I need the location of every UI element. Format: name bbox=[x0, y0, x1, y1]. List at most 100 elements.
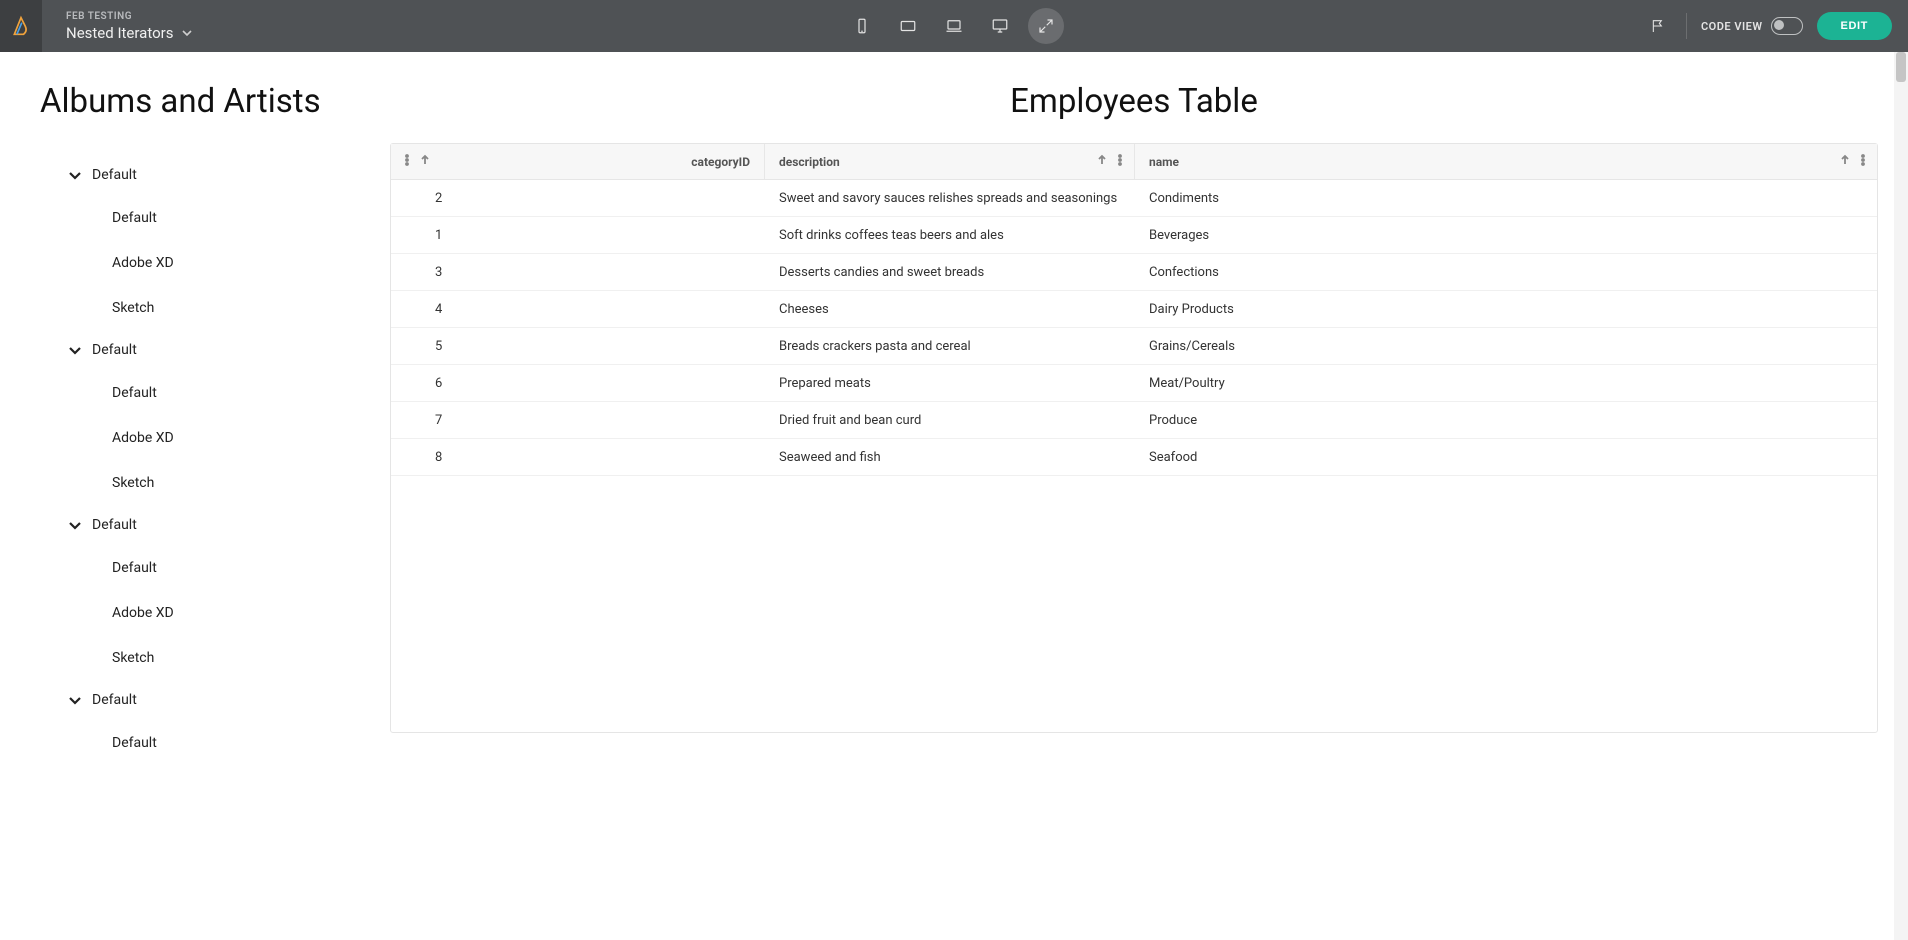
chevron-down-icon bbox=[68, 693, 82, 707]
cell-name: Condiments bbox=[1135, 191, 1877, 206]
code-view-toggle[interactable]: CODE VIEW bbox=[1701, 17, 1803, 35]
chevron-down-icon bbox=[68, 343, 82, 357]
tree-child-item[interactable]: Adobe XD bbox=[112, 590, 370, 635]
tree-parent-item[interactable]: Default bbox=[68, 505, 370, 545]
tree-children: DefaultAdobe XDSketch bbox=[112, 370, 370, 505]
flag-icon bbox=[1650, 18, 1666, 34]
cell-name: Meat/Poultry bbox=[1135, 376, 1877, 391]
top-bar: FEB TESTING Nested Iterators CODE VIEW bbox=[0, 0, 1908, 52]
cell-name: Confections bbox=[1135, 265, 1877, 280]
cell-categoryid: 8 bbox=[391, 450, 765, 465]
cell-description: Desserts candies and sweet breads bbox=[765, 265, 1135, 280]
page-scrollbar[interactable] bbox=[1894, 52, 1908, 940]
project-label: FEB TESTING bbox=[66, 11, 193, 22]
cell-description: Seaweed and fish bbox=[765, 450, 1135, 465]
cell-description: Cheeses bbox=[765, 302, 1135, 317]
employees-title: Employees Table bbox=[390, 82, 1878, 121]
tree-child-item[interactable]: Default bbox=[112, 370, 370, 415]
tree-child-item[interactable]: Default bbox=[112, 195, 370, 240]
tree-child-item[interactable]: Default bbox=[112, 720, 370, 765]
viewport-tablet-landscape-button[interactable] bbox=[890, 8, 926, 44]
cell-categoryid: 7 bbox=[391, 413, 765, 428]
grid-header: categoryID description name bbox=[391, 144, 1877, 180]
tree-parent-item[interactable]: Default bbox=[68, 330, 370, 370]
chevron-down-icon bbox=[68, 518, 82, 532]
toggle-switch[interactable] bbox=[1771, 17, 1803, 35]
viewport-laptop-button[interactable] bbox=[936, 8, 972, 44]
page-selector[interactable]: Nested Iterators bbox=[66, 24, 193, 42]
main-content: Albums and Artists DefaultDefaultAdobe X… bbox=[0, 52, 1908, 940]
cell-categoryid: 2 bbox=[391, 191, 765, 206]
divider bbox=[1686, 13, 1687, 39]
table-row[interactable]: 3Desserts candies and sweet breadsConfec… bbox=[391, 254, 1877, 291]
sort-asc-icon[interactable] bbox=[1096, 154, 1108, 169]
table-row[interactable]: 8Seaweed and fishSeafood bbox=[391, 439, 1877, 476]
cell-description: Dried fruit and bean curd bbox=[765, 413, 1135, 428]
viewport-switcher bbox=[844, 8, 1064, 44]
tablet-landscape-icon bbox=[899, 17, 917, 35]
edit-button[interactable]: EDIT bbox=[1817, 12, 1892, 40]
app-logo[interactable] bbox=[0, 0, 42, 52]
code-view-label: CODE VIEW bbox=[1701, 20, 1763, 33]
tree-child-item[interactable]: Sketch bbox=[112, 635, 370, 680]
tree-children: DefaultAdobe XDSketch bbox=[112, 195, 370, 330]
table-row[interactable]: 7Dried fruit and bean curdProduce bbox=[391, 402, 1877, 439]
cell-name: Produce bbox=[1135, 413, 1877, 428]
laptop-icon bbox=[945, 17, 963, 35]
scrollbar-thumb[interactable] bbox=[1896, 52, 1906, 82]
cell-categoryid: 3 bbox=[391, 265, 765, 280]
sort-asc-icon[interactable] bbox=[1839, 154, 1851, 169]
column-header-categoryid[interactable]: categoryID bbox=[391, 144, 765, 179]
sort-asc-icon[interactable] bbox=[419, 154, 431, 169]
viewport-fullscreen-button[interactable] bbox=[1028, 8, 1064, 44]
viewport-desktop-button[interactable] bbox=[982, 8, 1018, 44]
chevron-down-icon bbox=[68, 168, 82, 182]
column-menu-icon[interactable] bbox=[1114, 154, 1126, 169]
tree-view: DefaultDefaultAdobe XDSketchDefaultDefau… bbox=[68, 155, 370, 765]
table-row[interactable]: 4CheesesDairy Products bbox=[391, 291, 1877, 328]
viewport-phone-button[interactable] bbox=[844, 8, 880, 44]
page-name: Nested Iterators bbox=[66, 24, 173, 42]
tree-children: DefaultAdobe XDSketch bbox=[112, 545, 370, 680]
cell-categoryid: 4 bbox=[391, 302, 765, 317]
cell-name: Dairy Products bbox=[1135, 302, 1877, 317]
feedback-button[interactable] bbox=[1644, 12, 1672, 40]
tree-parent-item[interactable]: Default bbox=[68, 680, 370, 720]
tree-parent-item[interactable]: Default bbox=[68, 155, 370, 195]
cell-name: Beverages bbox=[1135, 228, 1877, 243]
tree-item-label: Default bbox=[92, 517, 137, 533]
table-row[interactable]: 6Prepared meatsMeat/Poultry bbox=[391, 365, 1877, 402]
column-menu-icon[interactable] bbox=[1857, 154, 1869, 169]
tree-child-item[interactable]: Sketch bbox=[112, 460, 370, 505]
appbuilder-logo-icon bbox=[11, 15, 31, 37]
tree-child-item[interactable]: Default bbox=[112, 545, 370, 590]
project-breadcrumb: FEB TESTING Nested Iterators bbox=[66, 11, 193, 42]
cell-categoryid: 1 bbox=[391, 228, 765, 243]
column-label: name bbox=[1149, 155, 1179, 169]
tree-child-item[interactable]: Adobe XD bbox=[112, 415, 370, 460]
cell-description: Breads crackers pasta and cereal bbox=[765, 339, 1135, 354]
cell-description: Sweet and savory sauces relishes spreads… bbox=[765, 191, 1135, 206]
table-row[interactable]: 5Breads crackers pasta and cerealGrains/… bbox=[391, 328, 1877, 365]
cell-description: Prepared meats bbox=[765, 376, 1135, 391]
tree-item-label: Default bbox=[92, 167, 137, 183]
chevron-down-icon bbox=[181, 27, 193, 39]
cell-name: Seafood bbox=[1135, 450, 1877, 465]
column-header-description[interactable]: description bbox=[765, 144, 1135, 179]
cell-categoryid: 5 bbox=[391, 339, 765, 354]
tree-child-item[interactable]: Sketch bbox=[112, 285, 370, 330]
right-panel: Employees Table categoryID description bbox=[390, 52, 1908, 940]
header-tools: CODE VIEW EDIT bbox=[1644, 12, 1908, 40]
cell-name: Grains/Cereals bbox=[1135, 339, 1877, 354]
table-row[interactable]: 2Sweet and savory sauces relishes spread… bbox=[391, 180, 1877, 217]
column-label: description bbox=[779, 155, 840, 169]
tree-child-item[interactable]: Adobe XD bbox=[112, 240, 370, 285]
column-header-name[interactable]: name bbox=[1135, 144, 1877, 179]
phone-icon bbox=[853, 17, 871, 35]
table-row[interactable]: 1Soft drinks coffees teas beers and ales… bbox=[391, 217, 1877, 254]
tree-item-label: Default bbox=[92, 342, 137, 358]
expand-icon bbox=[1037, 17, 1055, 35]
column-menu-icon[interactable] bbox=[401, 154, 413, 169]
grid-body: 2Sweet and savory sauces relishes spread… bbox=[391, 180, 1877, 476]
desktop-icon bbox=[991, 17, 1009, 35]
